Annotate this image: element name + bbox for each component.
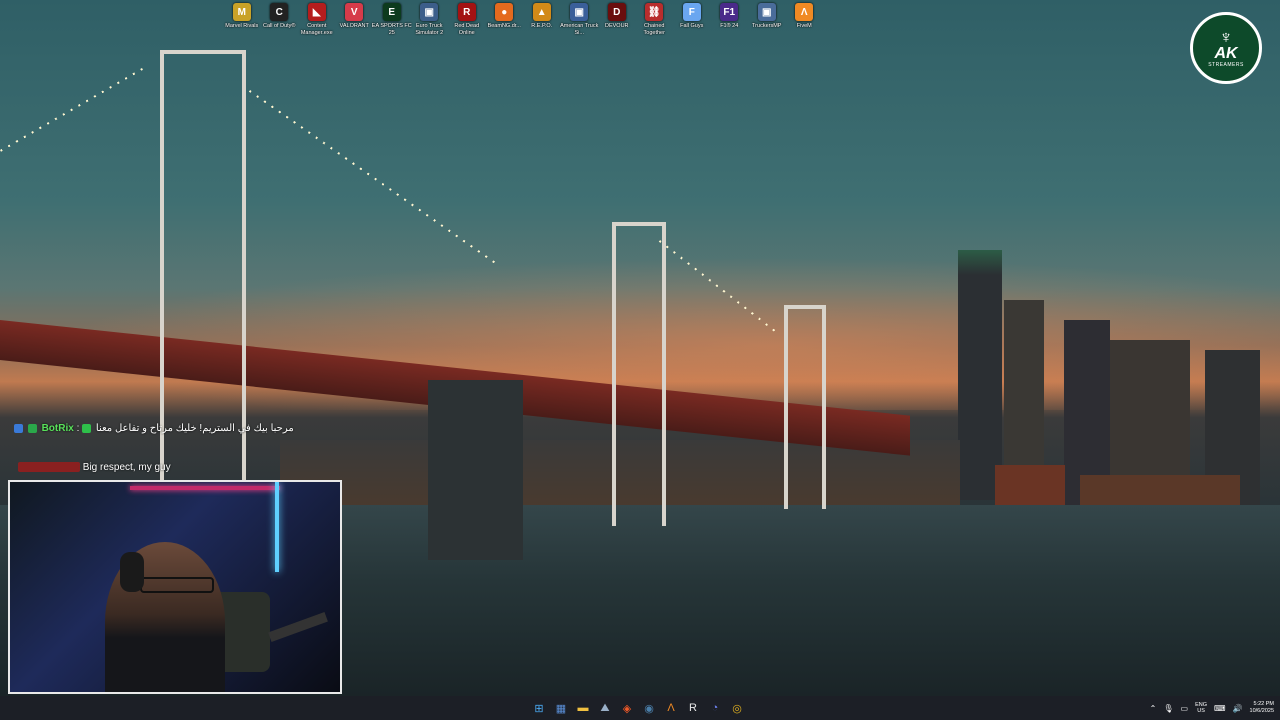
chat-message-2: Big respect, my guy: [18, 462, 171, 473]
call-of-duty-icon: C: [270, 3, 289, 21]
fivem-taskbar-icon[interactable]: Λ: [662, 699, 680, 717]
chat-message-1: BotRix : مرحبا بيك في الستريم! خليك مرتا…: [14, 423, 294, 434]
streamer-logo: ♆ AK STREAMERS: [1190, 12, 1262, 84]
desktop-icon-truckersmp[interactable]: ▣ TruckersMP: [748, 3, 786, 37]
discord-icon[interactable]: ◔: [706, 699, 724, 717]
cable-lights-span: [248, 90, 496, 264]
desktop-icon-american-truck[interactable]: ▣ American Truck Si...: [560, 3, 599, 37]
desktop-icon-label: FiveM: [796, 23, 812, 29]
chat-text: مرحبا بيك في الستريم! خليك مرتاح و تفاعل…: [95, 423, 294, 434]
desktop-icon-label: Fall Guys: [680, 23, 704, 29]
desktop-icon-f1-24[interactable]: F1 F1® 24: [711, 3, 749, 37]
windows-start-icon[interactable]: ⊞: [530, 699, 548, 717]
check-icon: [82, 423, 92, 433]
desktop-icon-label: Red Dead Online: [454, 23, 480, 36]
network-icon[interactable]: ⌨: [1214, 704, 1226, 713]
content-manager-icon: ◣: [307, 3, 326, 21]
desktop-icon-beamng[interactable]: ● BeamNG.dr...: [486, 3, 524, 37]
desktop-icon-label: Chained Together: [643, 23, 665, 36]
logo-title: AK: [1214, 45, 1238, 62]
desktop-icon-content-manager[interactable]: ◣ Content Manager.exe: [298, 3, 336, 37]
desktop-icons: M Marvel Rivals C Call of Duty® ◣ Content Man…: [223, 3, 823, 37]
taskbar: ⊞ ▦ ▬ ⛰ ◈ ◉ Λ R ◔ ◎ ⌃ 🎙 ▭ ENG US ⌨ 🔊 5:22 PM 10/6…: [0, 696, 1280, 720]
desktop-icon-fivem[interactable]: Λ FiveM: [786, 3, 824, 37]
eagle-icon: ♆: [1219, 27, 1233, 47]
chained-together-icon: ⛓: [645, 3, 664, 21]
neon-strip-blue: [275, 482, 279, 572]
headset-icon: [120, 552, 144, 592]
beamng-icon: ●: [495, 3, 514, 21]
volume-icon[interactable]: 🔊: [1233, 704, 1243, 713]
lang-region: US: [1197, 708, 1205, 714]
desktop-icon-label: Call of Duty®: [263, 23, 296, 29]
redacted-username: [18, 462, 80, 473]
webcam-overlay: [8, 480, 342, 694]
desktop-icon-label: R.E.P.O.: [531, 23, 553, 29]
cable-lights-left: [0, 65, 149, 152]
clock-time: 5:22 PM: [1253, 701, 1274, 707]
desktop-icon-label: BeamNG.dr...: [487, 23, 521, 29]
desktop-icon-label: F1® 24: [720, 23, 739, 29]
fivem-icon: Λ: [795, 3, 814, 21]
f1-24-icon: F1: [720, 3, 739, 21]
bridge-pier: [428, 380, 523, 560]
desktop-icon-label: TruckersMP: [752, 23, 782, 29]
brave-browser-icon[interactable]: ◈: [618, 699, 636, 717]
desktop-icon-label: Euro Truck Simulator 2: [415, 23, 444, 36]
bot-badge-icon: [27, 423, 37, 433]
logo-subtitle: STREAMERS: [1208, 62, 1244, 68]
neon-strip-pink: [130, 486, 280, 490]
desktop-icon-label: Marvel Rivals: [225, 23, 259, 29]
fall-guys-icon: F: [682, 3, 701, 21]
desktop-icon-devour[interactable]: D DEVOUR: [598, 3, 636, 37]
chevron-up-icon[interactable]: ⌃: [1150, 704, 1157, 713]
desktop-icon-marvel-rivals[interactable]: M Marvel Rivals: [223, 3, 261, 37]
desktop-icon-label: American Truck Si...: [560, 23, 599, 36]
calendar-icon[interactable]: ▦: [552, 699, 570, 717]
display-icon[interactable]: ▭: [1181, 704, 1189, 713]
clock[interactable]: 5:22 PM 10/6/2025: [1250, 701, 1274, 715]
truckersmp-icon: ▣: [757, 3, 776, 21]
bridge-tower-left: [160, 50, 246, 484]
photos-icon[interactable]: ⛰: [596, 699, 614, 717]
moderator-badge-icon: [14, 423, 23, 433]
bridge-tower-right: [784, 305, 826, 509]
chat-separator: :: [76, 423, 80, 434]
devour-icon: D: [607, 3, 626, 21]
glasses: [140, 577, 214, 593]
repo-icon: ▲: [532, 3, 551, 21]
chat-text: Big respect, my guy: [82, 462, 171, 473]
desktop-icon-fall-guys[interactable]: F Fall Guys: [673, 3, 711, 37]
desktop-icon-red-dead[interactable]: R Red Dead Online: [448, 3, 486, 37]
rockstar-icon[interactable]: R: [684, 699, 702, 717]
valorant-icon: V: [345, 3, 364, 21]
chat-username: BotRix: [41, 423, 74, 434]
language-indicator[interactable]: ENG US: [1195, 702, 1207, 714]
chrome-icon[interactable]: ◎: [728, 699, 746, 717]
desktop-icon-label: VALORANT: [339, 23, 369, 29]
desktop-icon-chained-together[interactable]: ⛓ Chained Together: [636, 3, 674, 37]
desktop-icon-label: DEVOUR: [604, 23, 629, 29]
bridge-tower-middle: [612, 222, 666, 526]
clock-date: 10/6/2025: [1249, 708, 1274, 714]
microphone-icon[interactable]: 🎙: [1163, 704, 1173, 713]
steam-icon[interactable]: ◉: [640, 699, 658, 717]
euro-truck-icon: ▣: [420, 3, 439, 21]
american-truck-icon: ▣: [570, 3, 589, 21]
microphone: [268, 612, 328, 642]
desktop-icon-call-of-duty[interactable]: C Call of Duty®: [261, 3, 299, 37]
file-explorer-icon[interactable]: ▬: [574, 699, 592, 717]
taskbar-apps: ⊞ ▦ ▬ ⛰ ◈ ◉ Λ R ◔ ◎: [530, 696, 746, 720]
desktop-icon-ea-fc25[interactable]: E EA SPORTS FC 25: [371, 3, 412, 37]
ea-fc25-icon: E: [382, 3, 401, 21]
desktop-icon-label: EA SPORTS FC 25: [371, 23, 412, 36]
red-dead-icon: R: [457, 3, 476, 21]
desktop-icon-label: Content Manager.exe: [300, 23, 333, 36]
desktop-icon-valorant[interactable]: V VALORANT: [336, 3, 374, 37]
marvel-rivals-icon: M: [232, 3, 251, 21]
desktop-icon-euro-truck[interactable]: ▣ Euro Truck Simulator 2: [411, 3, 449, 37]
system-tray: ⌃ 🎙 ▭ ENG US ⌨ 🔊 5:22 PM 10/6/2025: [1150, 696, 1274, 720]
desktop-icon-repo[interactable]: ▲ R.E.P.O.: [523, 3, 561, 37]
